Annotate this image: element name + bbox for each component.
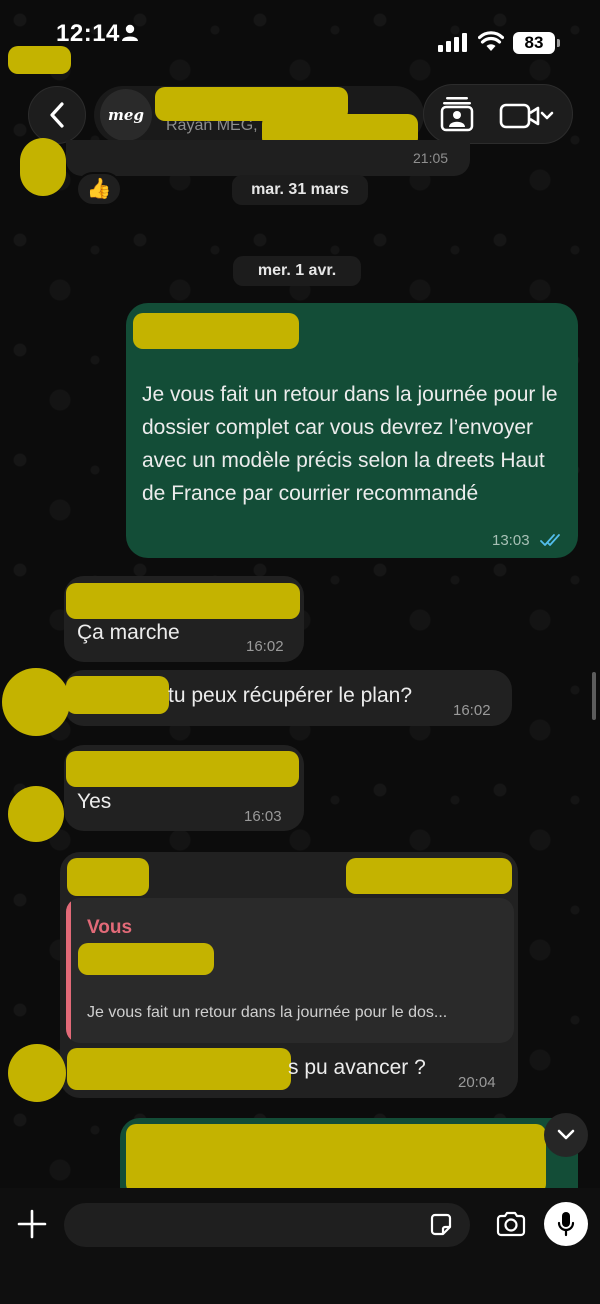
thumbs-up-reaction[interactable]: 👍 — [76, 172, 122, 206]
wifi-icon — [478, 31, 504, 51]
microphone-icon — [557, 1212, 575, 1237]
redacted-sender-name — [66, 583, 300, 619]
redacted-text — [126, 1124, 546, 1194]
redacted-sender-name — [67, 858, 149, 896]
message-time: 13:03 — [492, 532, 530, 549]
message-input[interactable] — [64, 1203, 470, 1247]
avatar-logo-text: meg — [108, 106, 144, 124]
status-time: 12:14 — [56, 20, 120, 47]
message-time: 16:02 — [453, 702, 491, 719]
message-time: 21:05 — [413, 150, 449, 166]
date-separator: mer. 1 avr. — [233, 256, 361, 286]
scrollbar[interactable] — [592, 672, 596, 720]
group-avatar[interactable]: meg — [100, 89, 152, 141]
quote-accent-bar — [66, 898, 71, 1043]
camera-icon[interactable] — [495, 1211, 527, 1237]
date-separator: mar. 31 mars — [232, 175, 368, 205]
scroll-to-bottom-button[interactable] — [544, 1113, 588, 1157]
redacted-text — [66, 676, 169, 714]
voice-message-button[interactable] — [544, 1202, 588, 1246]
redacted-avatar — [8, 1044, 66, 1102]
message-time: 20:04 — [458, 1074, 496, 1091]
redaction-block — [8, 46, 71, 74]
message-text: s pu avancer ? — [288, 1056, 426, 1079]
quote-text: Je vous fait un retour dans la journée p… — [87, 1004, 448, 1021]
message-text: Ça marche — [77, 621, 180, 644]
redacted-header — [133, 313, 299, 349]
message-text: Je vous fait un retour dans la journée p… — [142, 383, 558, 505]
redacted-avatar — [20, 138, 66, 196]
person-icon — [122, 24, 138, 41]
message-time: 16:02 — [246, 638, 284, 655]
chevron-down-icon — [557, 1129, 575, 1140]
double-check-icon — [540, 534, 560, 546]
redacted-sender-name — [66, 751, 299, 787]
battery-tip — [557, 39, 560, 47]
video-call-icon[interactable] — [499, 103, 555, 129]
redacted-quote-header — [78, 943, 214, 975]
redacted-text — [67, 1048, 291, 1090]
quote-author: Vous — [87, 917, 133, 938]
redacted-avatar — [2, 668, 70, 736]
back-button[interactable] — [28, 86, 86, 144]
battery-indicator: 83 — [513, 32, 555, 54]
message-text: tu peux récupérer le plan? — [168, 684, 412, 707]
redacted-sender-phone — [346, 858, 512, 894]
message-time: 16:03 — [244, 808, 282, 825]
redacted-avatar — [8, 786, 64, 842]
cellular-signal-icon — [438, 32, 467, 52]
previous-message-bubble[interactable] — [66, 140, 470, 176]
group-call-icon[interactable] — [440, 96, 474, 132]
message-text: Yes — [77, 790, 112, 813]
plus-icon[interactable] — [14, 1206, 50, 1242]
status-bar: 12:14 83 — [0, 0, 600, 70]
sticker-icon[interactable] — [428, 1212, 454, 1238]
chevron-left-icon — [50, 102, 64, 128]
